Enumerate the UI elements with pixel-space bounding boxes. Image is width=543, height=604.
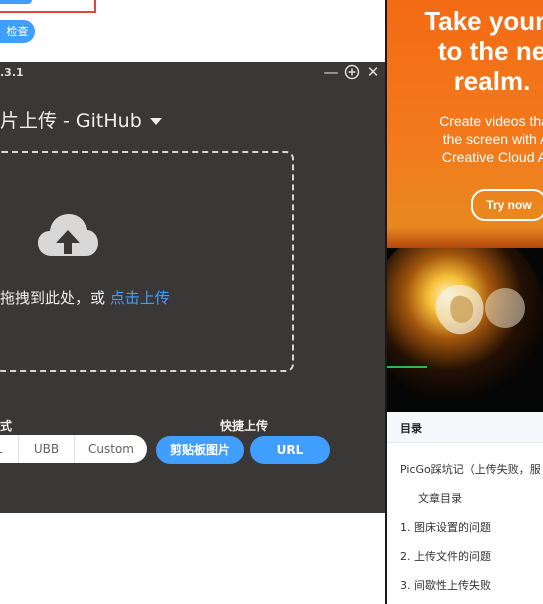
chevron-down-icon[interactable] bbox=[149, 118, 162, 125]
ad-subline-line: Creative Cloud Al bbox=[441, 149, 543, 165]
drop-hint: 拖拽到此处，或 点击上传 bbox=[0, 287, 170, 308]
format-option-ubb[interactable]: UBB bbox=[19, 435, 75, 463]
upload-dropzone[interactable] bbox=[0, 151, 294, 372]
ad-try-now-button[interactable]: Try now bbox=[471, 189, 543, 221]
advertisement[interactable]: Take your i to the ne realm. Create vide… bbox=[387, 0, 543, 412]
page-title[interactable]: 片上传 - GitHub bbox=[0, 106, 162, 133]
ad-headline: Take your i to the ne realm. bbox=[407, 6, 543, 96]
ad-headline-line: realm. bbox=[453, 66, 531, 96]
check-button[interactable]: 检查 bbox=[0, 20, 35, 43]
link-format-selector[interactable]: L UBB Custom bbox=[0, 435, 147, 463]
toc-header: 目录 bbox=[387, 412, 543, 443]
ad-subline-line: the screen with A bbox=[442, 131, 543, 147]
pin-icon[interactable] bbox=[343, 63, 361, 81]
close-icon[interactable]: ✕ bbox=[364, 63, 382, 81]
page-title-text: 片上传 - GitHub bbox=[0, 110, 142, 132]
toc-item[interactable]: 3. 间歇性上传失败 bbox=[400, 577, 491, 593]
drop-hint-text: 拖拽到此处，或 bbox=[0, 289, 106, 307]
link-format-label: 式 bbox=[0, 419, 13, 433]
toc-item[interactable]: 2. 上传文件的问题 bbox=[400, 548, 491, 564]
minimize-icon[interactable]: — bbox=[322, 63, 340, 81]
picgo-window: .3.1 — ✕ 片上传 - GitHub 拖拽到此处，或 点击上传 式 快捷上… bbox=[0, 62, 385, 513]
article-sidebar: Take your i to the ne realm. Create vide… bbox=[387, 0, 543, 604]
titlebar: .3.1 — ✕ bbox=[0, 62, 385, 84]
ad-subline: Create videos that the screen with A Cre… bbox=[411, 112, 543, 166]
quick-upload-label: 快捷上传 bbox=[220, 419, 269, 433]
click-upload-link[interactable]: 点击上传 bbox=[110, 289, 170, 307]
format-option-markdown[interactable]: L bbox=[0, 435, 19, 463]
cloud-upload-icon bbox=[38, 214, 98, 256]
ad-artwork-image bbox=[387, 248, 543, 412]
toc-item[interactable]: 1. 图床设置的问题 bbox=[400, 519, 491, 535]
ad-headline-line: to the ne bbox=[437, 36, 543, 66]
ad-headline-line: Take your i bbox=[424, 6, 543, 36]
url-upload-button[interactable]: URL bbox=[250, 436, 330, 464]
toc-title: 目录 bbox=[400, 422, 422, 435]
toc-item[interactable]: 文章目录 bbox=[418, 490, 462, 506]
format-option-custom[interactable]: Custom bbox=[75, 435, 147, 463]
version-label: .3.1 bbox=[0, 66, 24, 79]
clipboard-upload-button[interactable]: 剪贴板图片 bbox=[156, 436, 244, 464]
toc-item[interactable]: PicGo踩坑记（上传失败，服 bbox=[400, 461, 541, 477]
ad-subline-line: Create videos that bbox=[439, 113, 543, 129]
partial-button[interactable] bbox=[0, 0, 32, 4]
